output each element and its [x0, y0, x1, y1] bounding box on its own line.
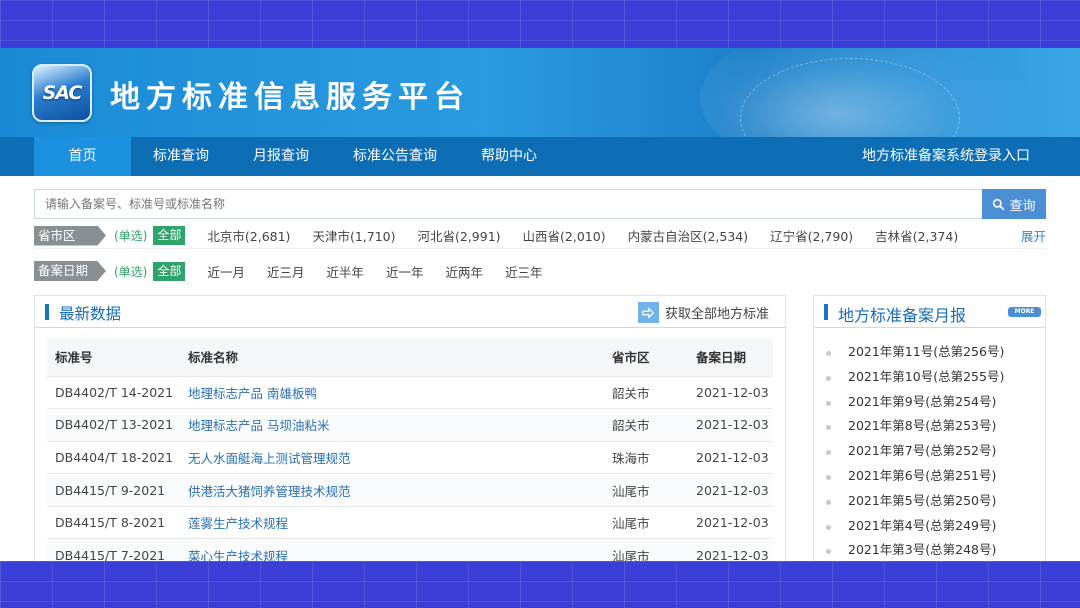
province-option[interactable]: 辽宁省(2,790) [770, 226, 853, 245]
more-button[interactable]: MORE [1008, 307, 1041, 317]
filing-date-cell: 2021-12-03 [688, 408, 773, 442]
header-accent-bar [45, 304, 49, 320]
date-option[interactable]: 近两年 [445, 262, 483, 281]
city-cell: 珠海市 [604, 440, 688, 474]
expand-provinces-link[interactable]: 展开 [1021, 226, 1046, 245]
arrow-right-icon [637, 302, 659, 323]
report-link[interactable]: 2021年第4号(总第249号) [824, 514, 1004, 539]
date-filter-label: 备案日期 [34, 261, 106, 281]
date-option[interactable]: 近半年 [326, 262, 364, 281]
get-all-standards-label: 获取全部地方标准 [664, 307, 769, 322]
province-option[interactable]: 河北省(2,991) [417, 226, 500, 245]
report-link[interactable]: 2021年第8号(总第253号) [824, 414, 1004, 439]
city-cell: 汕尾市 [604, 473, 688, 507]
logo-text: SAC [42, 82, 83, 104]
standard-number-cell: DB4402/T 14-2021 [47, 375, 180, 409]
table-row: DB4402/T 13-2021 地理标志产品 马坝油粘米 韶关市 2021-1… [47, 408, 773, 442]
province-option[interactable]: 北京市(2,681) [207, 226, 290, 245]
nav-item-help-center[interactable]: 帮助中心 [459, 137, 559, 176]
frame-top-decoration [0, 0, 1080, 48]
standard-number-cell: DB4415/T 8-2021 [47, 505, 180, 539]
search-input[interactable] [34, 189, 982, 219]
latest-data-table: 标准号 标准名称 省市区 备案日期 DB4402/T 14-2021 地理标志产… [47, 338, 773, 572]
standard-name-link[interactable]: 供港活大猪饲养管理技术规范 [180, 473, 604, 507]
report-link[interactable]: 2021年第9号(总第254号) [824, 390, 1004, 415]
date-filter: 备案日期 (单选) 全部 近一月 近三月 近半年 近一年 近两年 近三年 [34, 258, 1046, 284]
nav-item-monthly-report[interactable]: 月报查询 [231, 137, 331, 176]
nav-item-home[interactable]: 首页 [34, 137, 131, 176]
province-filter: 省市区 (单选) 全部 北京市(2,681) 天津市(1,710) 河北省(2,… [34, 223, 1046, 249]
report-link[interactable]: 2021年第3号(总第248号) [824, 538, 1004, 563]
filing-system-login-link[interactable]: 地方标准备案系统登录入口 [862, 137, 1030, 176]
report-link[interactable]: 2021年第7号(总第252号) [824, 439, 1004, 464]
date-option[interactable]: 近三月 [267, 262, 305, 281]
nav-item-standard-search[interactable]: 标准查询 [131, 137, 231, 176]
column-header: 标准名称 [180, 338, 604, 376]
filing-date-cell: 2021-12-03 [688, 473, 773, 507]
city-cell: 韶关市 [604, 375, 688, 409]
standard-name-link[interactable]: 无人水面艇海上测试管理规范 [180, 440, 604, 474]
date-option[interactable]: 近三年 [505, 262, 543, 281]
get-all-standards-link[interactable]: 获取全部地方标准 [637, 302, 769, 323]
table-row: DB4402/T 14-2021 地理标志产品 南雄板鸭 韶关市 2021-12… [47, 375, 773, 409]
province-option[interactable]: 天津市(1,710) [312, 226, 395, 245]
province-all-option[interactable]: 全部 [153, 226, 186, 245]
standard-number-cell: DB4402/T 13-2021 [47, 408, 180, 442]
filing-date-cell: 2021-12-03 [688, 440, 773, 474]
latest-data-title: 最新数据 [59, 305, 122, 323]
table-row: DB4415/T 9-2021 供港活大猪饲养管理技术规范 汕尾市 2021-1… [47, 473, 773, 507]
header-accent-bar [824, 304, 828, 320]
frame-bottom-decoration [0, 561, 1080, 608]
standard-name-link[interactable]: 莲雾生产技术规程 [180, 505, 604, 539]
search-icon [993, 198, 1005, 210]
search-button[interactable]: 查询 [982, 189, 1046, 219]
monthly-report-panel: 地方标准备案月报 MORE 2021年第11号(总第256号) 2021年第10… [813, 295, 1046, 565]
column-header: 省市区 [604, 338, 688, 376]
single-select-hint: (单选) [114, 229, 148, 243]
standard-number-cell: DB4404/T 18-2021 [47, 440, 180, 474]
table-header-row: 标准号 标准名称 省市区 备案日期 [47, 338, 773, 376]
monthly-report-list: 2021年第11号(总第256号) 2021年第10号(总第255号) 2021… [824, 340, 1004, 563]
standard-name-link[interactable]: 地理标志产品 南雄板鸭 [180, 375, 604, 409]
column-header: 备案日期 [688, 338, 773, 376]
standard-name-link[interactable]: 地理标志产品 马坝油粘米 [180, 408, 604, 442]
date-option[interactable]: 近一年 [386, 262, 424, 281]
site-title: 地方标准信息服务平台 [110, 80, 470, 115]
report-link[interactable]: 2021年第6号(总第251号) [824, 464, 1004, 489]
site-banner: SAC 地方标准信息服务平台 [0, 48, 1080, 137]
latest-data-header: 最新数据 获取全部地方标准 [35, 296, 785, 328]
province-option[interactable]: 山西省(2,010) [523, 226, 606, 245]
latest-data-panel: 最新数据 获取全部地方标准 标准号 标准名称 省市区 备案日期 DB4402/T… [34, 295, 786, 572]
sac-logo[interactable]: SAC [32, 64, 92, 122]
monthly-report-header: 地方标准备案月报 MORE [814, 296, 1045, 328]
city-cell: 韶关市 [604, 408, 688, 442]
search-bar: 查询 [34, 189, 1046, 219]
nav-item-announcement-search[interactable]: 标准公告查询 [331, 137, 459, 176]
main-nav: 首页 标准查询 月报查询 标准公告查询 帮助中心 地方标准备案系统登录入口 [0, 137, 1080, 176]
province-filter-label: 省市区 [34, 225, 106, 246]
filing-date-cell: 2021-12-03 [688, 505, 773, 539]
date-all-option[interactable]: 全部 [153, 261, 186, 281]
report-link[interactable]: 2021年第5号(总第250号) [824, 489, 1004, 514]
standard-number-cell: DB4415/T 9-2021 [47, 473, 180, 507]
province-option[interactable]: 吉林省(2,374) [875, 226, 958, 245]
table-row: DB4415/T 8-2021 莲雾生产技术规程 汕尾市 2021-12-03 [47, 505, 773, 539]
column-header: 标准号 [47, 338, 180, 376]
date-option[interactable]: 近一月 [207, 262, 245, 281]
province-option[interactable]: 内蒙古自治区(2,534) [628, 226, 749, 245]
filing-date-cell: 2021-12-03 [688, 375, 773, 409]
single-select-hint: (单选) [114, 264, 148, 279]
report-link[interactable]: 2021年第11号(总第256号) [824, 340, 1004, 365]
city-cell: 汕尾市 [604, 505, 688, 539]
report-link[interactable]: 2021年第10号(总第255号) [824, 365, 1004, 390]
table-row: DB4404/T 18-2021 无人水面艇海上测试管理规范 珠海市 2021-… [47, 440, 773, 474]
search-button-label: 查询 [1009, 198, 1036, 214]
monthly-report-title: 地方标准备案月报 [838, 306, 967, 325]
